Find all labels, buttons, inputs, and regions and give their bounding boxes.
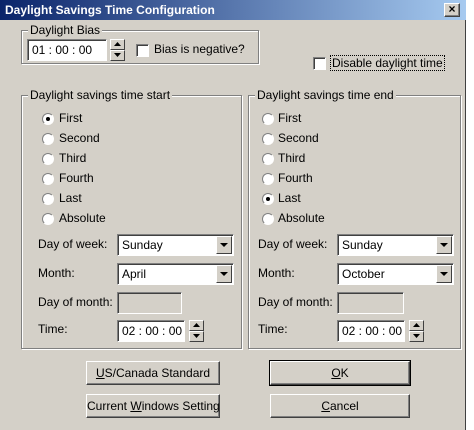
end-option-second[interactable]: Second bbox=[278, 131, 319, 145]
bias-negative-checkbox[interactable] bbox=[136, 44, 149, 57]
end-time-value: 02 : 00 : 00 bbox=[342, 324, 403, 338]
dst-config-dialog: Daylight Savings Time Configuration × Da… bbox=[0, 0, 466, 430]
dst-end-label: Daylight savings time end bbox=[255, 88, 396, 102]
close-button[interactable]: × bbox=[444, 3, 460, 17]
end-day-of-week-label: Day of week: bbox=[258, 237, 328, 251]
start-month-dropdown-button[interactable] bbox=[216, 265, 232, 283]
end-day-of-month-label: Day of month: bbox=[258, 295, 333, 309]
end-time-spinner[interactable] bbox=[409, 320, 424, 342]
start-time-spin-down-button[interactable] bbox=[189, 331, 204, 342]
end-month-value: October bbox=[342, 267, 385, 281]
current-windows-setting-button[interactable]: Current Windows Setting bbox=[86, 394, 220, 418]
start-day-of-month-input bbox=[117, 292, 182, 314]
bias-time-input[interactable]: 01 : 00 : 00 bbox=[27, 39, 107, 61]
bias-spin-up-button[interactable] bbox=[110, 39, 125, 50]
arrow-up-icon bbox=[114, 42, 121, 46]
end-radio-second[interactable] bbox=[262, 133, 274, 145]
arrow-up-icon bbox=[413, 323, 420, 327]
start-time-value: 02 : 00 : 00 bbox=[122, 324, 183, 338]
end-day-of-week-dropdown-button[interactable] bbox=[436, 236, 452, 254]
arrow-up-icon bbox=[193, 323, 200, 327]
start-option-last[interactable]: Last bbox=[59, 191, 82, 205]
us-canada-post: S/Canada Standard bbox=[104, 366, 211, 380]
us-canada-key: U bbox=[95, 366, 105, 380]
start-day-of-week-value: Sunday bbox=[122, 238, 163, 252]
start-radio-last[interactable] bbox=[42, 193, 54, 205]
bias-spin-down-button[interactable] bbox=[110, 50, 125, 61]
start-time-input[interactable]: 02 : 00 : 00 bbox=[117, 320, 185, 342]
end-time-input[interactable]: 02 : 00 : 00 bbox=[337, 320, 405, 342]
end-day-of-week-value: Sunday bbox=[342, 238, 383, 252]
chevron-down-icon bbox=[220, 243, 228, 247]
end-radio-third[interactable] bbox=[262, 153, 274, 165]
start-option-third[interactable]: Third bbox=[59, 151, 86, 165]
start-day-of-week-dropdown-button[interactable] bbox=[216, 236, 232, 254]
end-month-select[interactable]: October bbox=[337, 263, 454, 285]
end-option-fourth[interactable]: Fourth bbox=[278, 171, 313, 185]
start-day-of-week-select[interactable]: Sunday bbox=[117, 234, 234, 256]
chevron-down-icon bbox=[440, 243, 448, 247]
arrow-down-icon bbox=[193, 334, 200, 338]
start-month-label: Month: bbox=[38, 266, 75, 280]
end-time-label: Time: bbox=[258, 322, 288, 336]
daylight-bias-label: Daylight Bias bbox=[28, 23, 103, 37]
cancel-key: C bbox=[321, 399, 330, 413]
end-option-first[interactable]: First bbox=[278, 111, 301, 125]
disable-daylight-checkbox[interactable] bbox=[313, 57, 326, 70]
bias-negative-label[interactable]: Bias is negative? bbox=[154, 42, 245, 56]
bias-time-value: 01 : 00 : 00 bbox=[32, 43, 93, 57]
start-day-of-month-label: Day of month: bbox=[38, 295, 113, 309]
start-radio-first[interactable] bbox=[42, 113, 54, 125]
ok-post: K bbox=[340, 366, 349, 380]
current-key: W bbox=[130, 399, 142, 413]
end-radio-first[interactable] bbox=[262, 113, 274, 125]
arrow-down-icon bbox=[114, 53, 121, 57]
bias-spinner[interactable] bbox=[110, 39, 125, 61]
us-canada-standard-button[interactable]: US/Canada Standard bbox=[86, 361, 220, 385]
end-option-last[interactable]: Last bbox=[278, 191, 301, 205]
chevron-down-icon bbox=[220, 272, 228, 276]
end-radio-absolute[interactable] bbox=[262, 213, 274, 225]
start-radio-fourth[interactable] bbox=[42, 173, 54, 185]
start-time-label: Time: bbox=[38, 322, 68, 336]
start-radio-third[interactable] bbox=[42, 153, 54, 165]
dst-start-label: Daylight savings time start bbox=[28, 88, 173, 102]
start-option-second[interactable]: Second bbox=[59, 131, 100, 145]
cancel-button[interactable]: Cancel bbox=[270, 394, 410, 418]
start-radio-second[interactable] bbox=[42, 133, 54, 145]
end-day-of-week-select[interactable]: Sunday bbox=[337, 234, 454, 256]
end-radio-fourth[interactable] bbox=[262, 173, 274, 185]
end-time-spin-up-button[interactable] bbox=[409, 320, 424, 331]
ok-key: O bbox=[331, 366, 341, 380]
start-time-spinner[interactable] bbox=[189, 320, 204, 342]
disable-daylight-label[interactable]: Disable daylight time bbox=[330, 55, 445, 71]
start-option-fourth[interactable]: Fourth bbox=[59, 171, 94, 185]
start-month-value: April bbox=[122, 267, 147, 281]
end-month-label: Month: bbox=[258, 266, 295, 280]
current-pre: Current bbox=[87, 399, 131, 413]
window-title: Daylight Savings Time Configuration bbox=[5, 3, 215, 17]
start-option-first[interactable]: First bbox=[59, 111, 82, 125]
end-month-dropdown-button[interactable] bbox=[436, 265, 452, 283]
arrow-down-icon bbox=[413, 334, 420, 338]
end-option-absolute[interactable]: Absolute bbox=[278, 211, 325, 225]
current-post: indows Setting bbox=[141, 399, 220, 413]
title-bar[interactable]: Daylight Savings Time Configuration × bbox=[0, 0, 466, 20]
ok-button[interactable]: OK bbox=[269, 360, 411, 386]
close-icon: × bbox=[448, 2, 456, 16]
end-day-of-month-input bbox=[337, 292, 404, 314]
start-month-select[interactable]: April bbox=[117, 263, 234, 285]
start-day-of-week-label: Day of week: bbox=[38, 237, 108, 251]
end-radio-last[interactable] bbox=[262, 193, 274, 205]
start-option-absolute[interactable]: Absolute bbox=[59, 211, 106, 225]
chevron-down-icon bbox=[440, 272, 448, 276]
end-time-spin-down-button[interactable] bbox=[409, 331, 424, 342]
start-time-spin-up-button[interactable] bbox=[189, 320, 204, 331]
start-radio-absolute[interactable] bbox=[42, 213, 54, 225]
cancel-post: ancel bbox=[329, 399, 359, 413]
end-option-third[interactable]: Third bbox=[278, 151, 305, 165]
